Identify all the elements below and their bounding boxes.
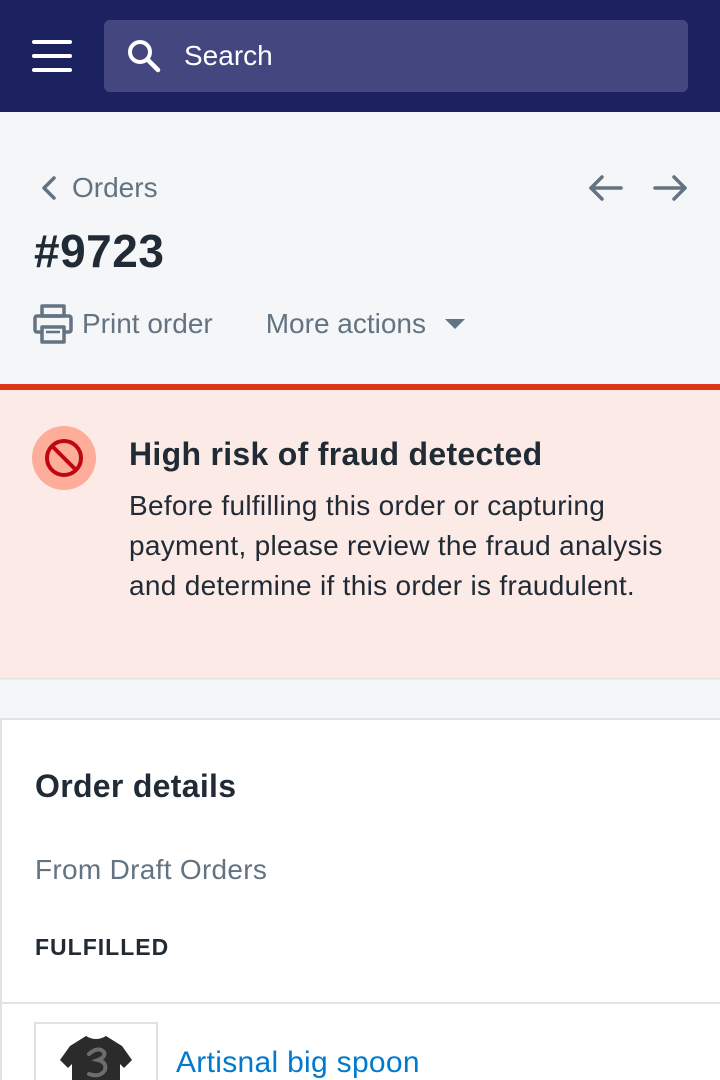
top-bar	[0, 0, 720, 112]
menu-button[interactable]	[30, 38, 74, 74]
page-title: #9723	[34, 225, 165, 277]
more-actions-label: More actions	[265, 308, 427, 339]
divider	[2, 1002, 720, 1004]
chevron-left-icon	[42, 176, 56, 200]
page-actions: Print order More actions	[32, 300, 466, 348]
print-order-button[interactable]: Print order	[32, 303, 213, 345]
arrow-left-icon[interactable]	[586, 168, 626, 208]
printer-icon	[33, 304, 73, 344]
more-actions-button[interactable]: More actions	[266, 308, 466, 340]
banner-message: Before fulfilling this order or capturin…	[129, 490, 663, 601]
breadcrumb-label: Orders	[72, 172, 158, 203]
tshirt-image	[60, 1036, 132, 1080]
fulfillment-status: FULFILLED	[35, 934, 170, 960]
hamburger-menu-icon-line	[32, 68, 72, 72]
order-details-card: Order details From Draft Orders FULFILLE…	[0, 718, 720, 1080]
search-input[interactable]	[184, 20, 664, 92]
product-link[interactable]: Artisnal big spoon	[176, 1046, 420, 1080]
fraud-warning-banner: High risk of fraud detected Before fulfi…	[0, 384, 720, 678]
breadcrumb[interactable]: Orders	[40, 168, 158, 208]
caret-down-icon	[445, 319, 466, 329]
search-icon	[128, 40, 161, 73]
page-header: Orders #9723 Print order More actions	[0, 112, 720, 384]
hamburger-menu-icon-line	[32, 40, 72, 44]
blocked-icon	[32, 426, 96, 490]
print-order-label: Print order	[82, 308, 213, 339]
hamburger-menu-icon-line	[32, 54, 72, 58]
arrow-right-icon[interactable]	[650, 168, 690, 208]
search-bar[interactable]	[104, 20, 688, 92]
card-title: Order details	[35, 768, 237, 804]
banner-title: High risk of fraud detected	[129, 436, 543, 472]
product-thumbnail[interactable]	[34, 1022, 158, 1080]
order-source: From Draft Orders	[35, 854, 268, 885]
